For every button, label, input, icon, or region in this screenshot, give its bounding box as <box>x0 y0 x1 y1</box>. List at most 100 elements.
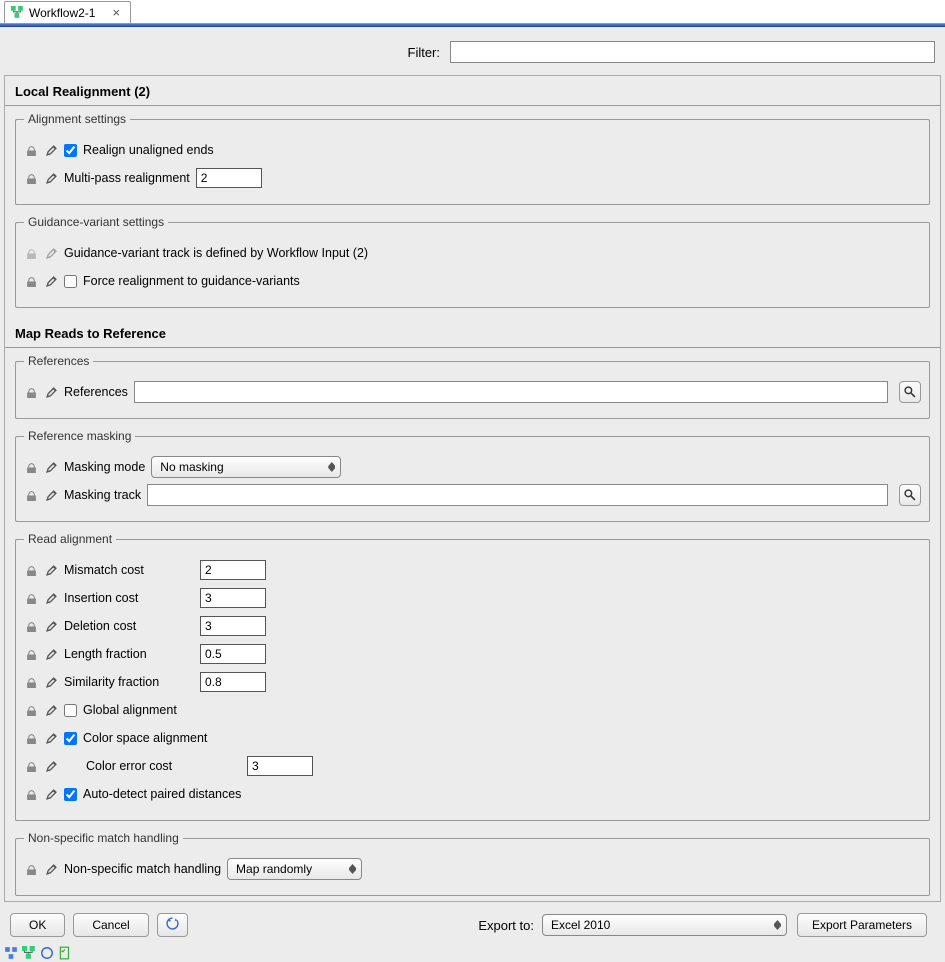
auto-detect-paired-label: Auto-detect paired distances <box>83 787 241 801</box>
realign-unaligned-label: Realign unaligned ends <box>83 143 214 157</box>
pencil-icon[interactable] <box>44 143 58 157</box>
pencil-icon[interactable] <box>44 563 58 577</box>
pencil-icon[interactable] <box>44 385 58 399</box>
fieldset-non-specific: Non-specific match handling Non-specific… <box>15 831 930 896</box>
pencil-icon[interactable] <box>44 591 58 605</box>
mismatch-cost-input[interactable] <box>200 560 266 580</box>
non-specific-label: Non-specific match handling <box>64 862 221 876</box>
pencil-icon[interactable] <box>44 619 58 633</box>
workflow-icon <box>11 6 24 19</box>
references-label: References <box>64 385 128 399</box>
pencil-icon[interactable] <box>44 703 58 717</box>
pencil-icon[interactable] <box>44 731 58 745</box>
lock-icon[interactable] <box>24 759 38 773</box>
similarity-fraction-input[interactable] <box>200 672 266 692</box>
color-space-label: Color space alignment <box>83 731 207 745</box>
similarity-fraction-label: Similarity fraction <box>64 675 194 689</box>
insertion-cost-input[interactable] <box>200 588 266 608</box>
view-workflow-icon[interactable] <box>22 946 36 960</box>
masking-mode-select[interactable]: No masking <box>151 456 341 478</box>
tab-title: Workflow2-1 <box>29 6 95 20</box>
lock-icon[interactable] <box>24 563 38 577</box>
reset-button[interactable] <box>157 913 188 937</box>
view-report-icon[interactable] <box>40 946 54 960</box>
ok-button[interactable]: OK <box>10 913 65 937</box>
bottom-bar: OK Cancel Export to: Excel 2010 Export P… <box>4 908 941 942</box>
pencil-icon <box>44 246 58 260</box>
filter-input[interactable] <box>450 41 935 63</box>
lock-icon[interactable] <box>24 143 38 157</box>
pencil-icon[interactable] <box>44 488 58 502</box>
section-map-reads: Map Reads to Reference <box>5 318 940 348</box>
view-test-icon[interactable] <box>58 946 72 960</box>
export-to-label: Export to: <box>478 918 534 933</box>
deletion-cost-input[interactable] <box>200 616 266 636</box>
lock-icon[interactable] <box>24 274 38 288</box>
realign-unaligned-checkbox[interactable] <box>64 144 77 157</box>
fieldset-guidance-variant: Guidance-variant settings Guidance-varia… <box>15 215 930 308</box>
lock-icon[interactable] <box>24 171 38 185</box>
pencil-icon[interactable] <box>44 647 58 661</box>
lock-icon[interactable] <box>24 703 38 717</box>
close-icon[interactable]: × <box>112 5 120 20</box>
multipass-input[interactable] <box>196 168 262 188</box>
fieldset-alignment-settings: Alignment settings Realign unaligned end… <box>15 112 930 205</box>
fieldset-reference-masking: Reference masking Masking mode No maskin… <box>15 429 930 522</box>
non-specific-select[interactable]: Map randomly <box>227 858 362 880</box>
lock-icon[interactable] <box>24 488 38 502</box>
legend-alignment-settings: Alignment settings <box>24 112 130 126</box>
legend-non-specific: Non-specific match handling <box>24 831 183 845</box>
color-error-cost-label: Color error cost <box>86 759 241 773</box>
lock-icon[interactable] <box>24 460 38 474</box>
masking-track-input[interactable] <box>147 484 888 506</box>
masking-mode-label: Masking mode <box>64 460 145 474</box>
status-bar <box>4 946 72 960</box>
force-realign-checkbox[interactable] <box>64 275 77 288</box>
pencil-icon[interactable] <box>44 460 58 474</box>
export-format-select[interactable]: Excel 2010 <box>542 914 787 936</box>
tab-bar: Workflow2-1 × <box>0 0 945 24</box>
browse-masking-track-button[interactable] <box>899 484 921 506</box>
color-error-cost-input[interactable] <box>247 756 313 776</box>
legend-references: References <box>24 354 93 368</box>
view-tree-icon[interactable] <box>4 946 18 960</box>
legend-guidance-variant: Guidance-variant settings <box>24 215 168 229</box>
section-local-realignment-2: Local Realignment (2) <box>5 76 940 106</box>
main-panel[interactable]: Local Realignment (2) Alignment settings… <box>4 75 941 902</box>
lock-icon[interactable] <box>24 731 38 745</box>
pencil-icon[interactable] <box>44 759 58 773</box>
multipass-label: Multi-pass realignment <box>64 171 190 185</box>
browse-references-button[interactable] <box>899 381 921 403</box>
fieldset-references: References References <box>15 354 930 419</box>
tab-workflow[interactable]: Workflow2-1 × <box>4 1 131 23</box>
filter-row: Filter: <box>0 27 945 73</box>
insertion-cost-label: Insertion cost <box>64 591 194 605</box>
lock-icon[interactable] <box>24 675 38 689</box>
lock-icon[interactable] <box>24 591 38 605</box>
length-fraction-label: Length fraction <box>64 647 194 661</box>
guidance-track-info: Guidance-variant track is defined by Wor… <box>64 246 368 260</box>
pencil-icon[interactable] <box>44 787 58 801</box>
filter-label: Filter: <box>10 45 450 60</box>
deletion-cost-label: Deletion cost <box>64 619 194 633</box>
pencil-icon[interactable] <box>44 862 58 876</box>
color-space-checkbox[interactable] <box>64 732 77 745</box>
length-fraction-input[interactable] <box>200 644 266 664</box>
legend-read-alignment: Read alignment <box>24 532 116 546</box>
fieldset-read-alignment: Read alignment Mismatch cost Insertion c… <box>15 532 930 821</box>
masking-track-label: Masking track <box>64 488 141 502</box>
cancel-button[interactable]: Cancel <box>73 913 148 937</box>
force-realign-label: Force realignment to guidance-variants <box>83 274 300 288</box>
global-alignment-checkbox[interactable] <box>64 704 77 717</box>
pencil-icon[interactable] <box>44 675 58 689</box>
lock-icon[interactable] <box>24 862 38 876</box>
auto-detect-paired-checkbox[interactable] <box>64 788 77 801</box>
references-input[interactable] <box>134 381 888 403</box>
export-parameters-button[interactable]: Export Parameters <box>797 913 927 937</box>
pencil-icon[interactable] <box>44 171 58 185</box>
lock-icon[interactable] <box>24 385 38 399</box>
pencil-icon[interactable] <box>44 274 58 288</box>
lock-icon[interactable] <box>24 619 38 633</box>
lock-icon[interactable] <box>24 787 38 801</box>
lock-icon[interactable] <box>24 647 38 661</box>
